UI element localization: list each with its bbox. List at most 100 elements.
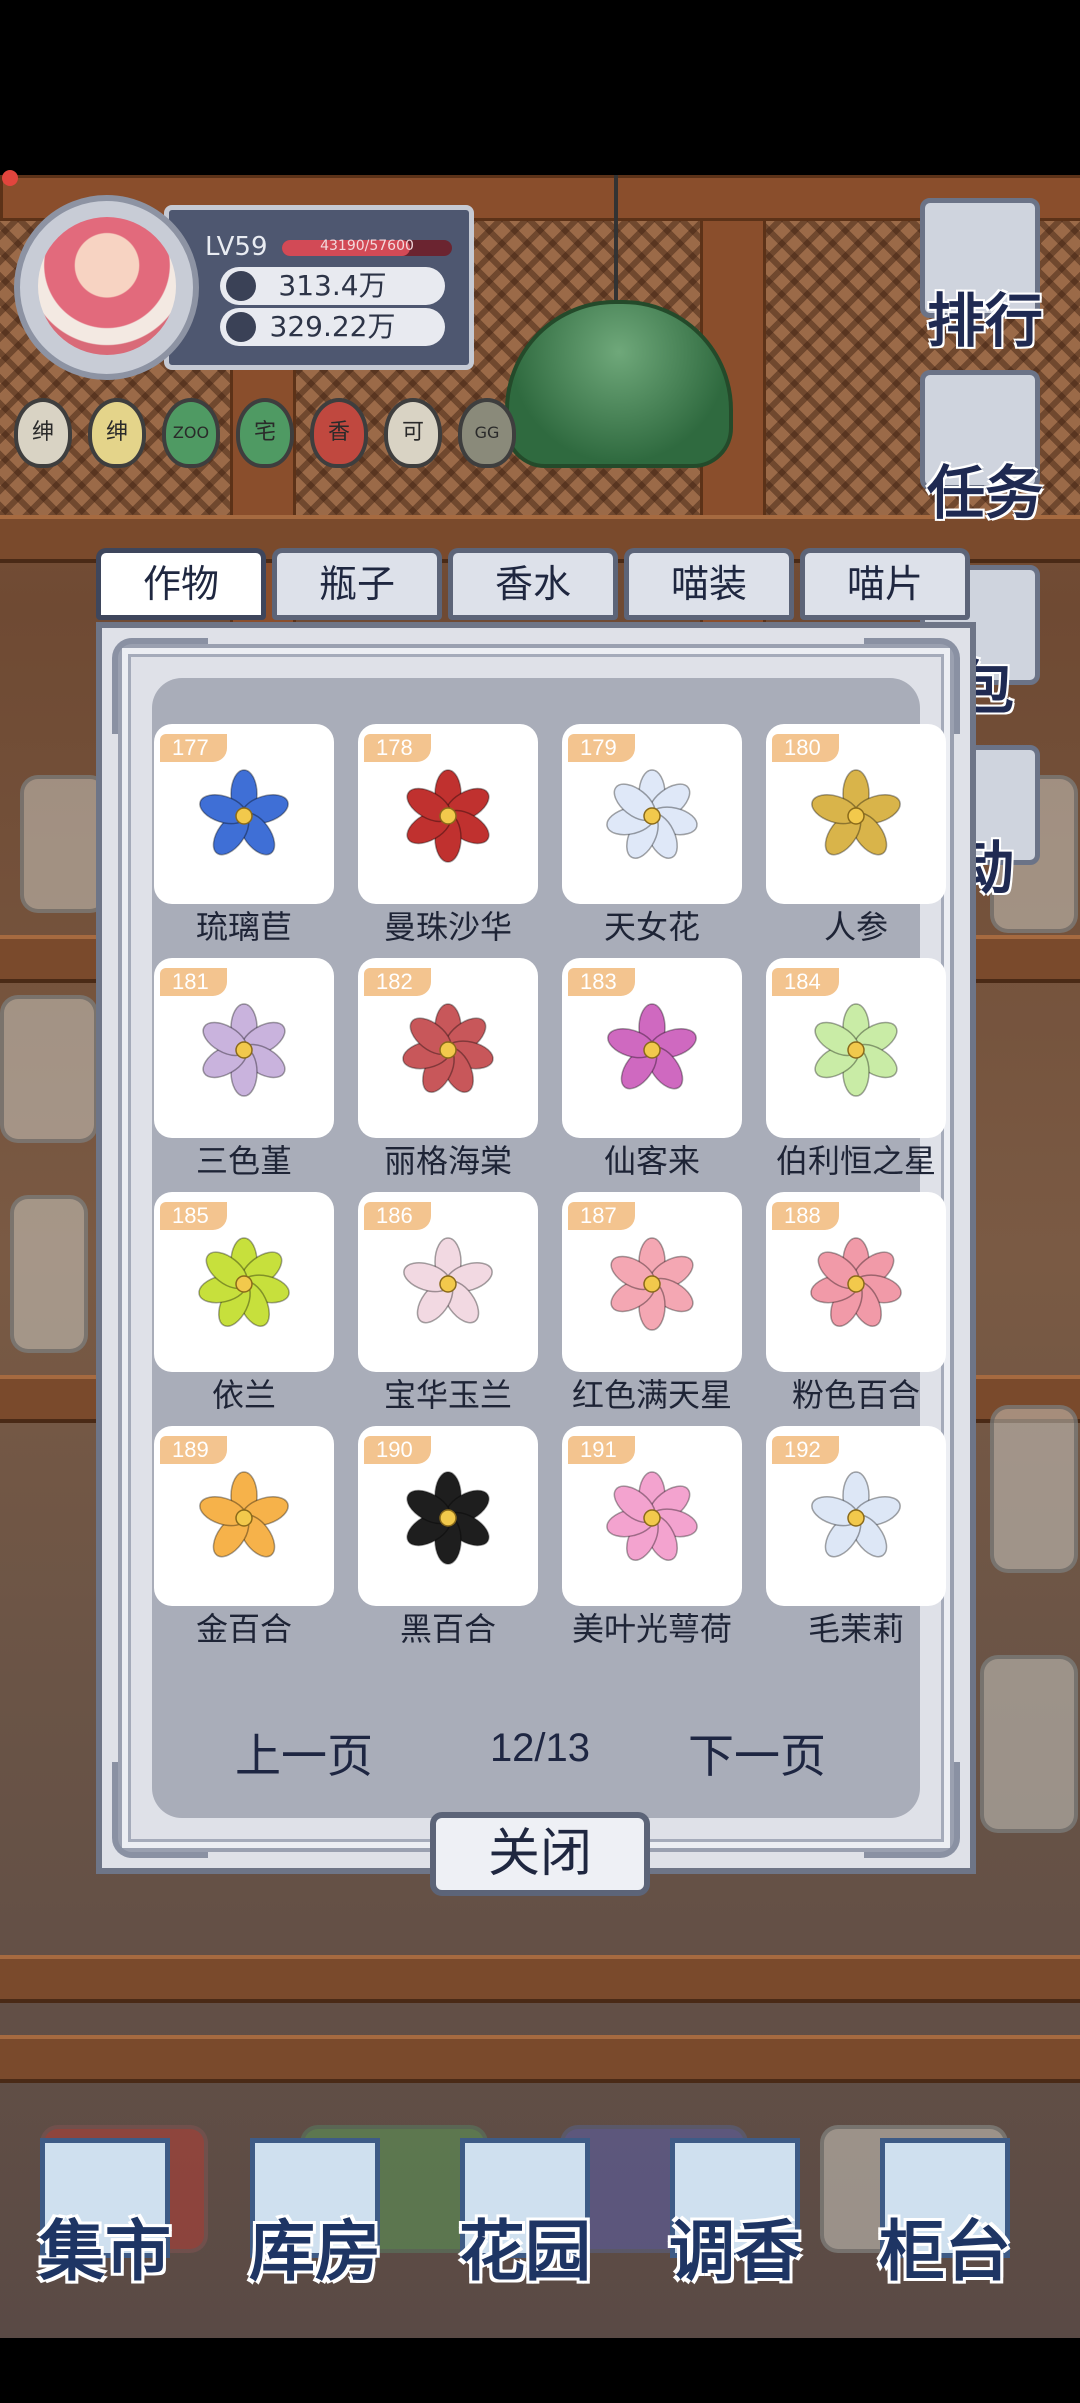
avatar[interactable] <box>38 217 176 355</box>
flower-icon <box>806 1000 906 1100</box>
leaf-icon <box>226 312 256 342</box>
item-image-frame[interactable]: 188 <box>766 1192 946 1372</box>
rank-label: 排行 <box>926 287 1043 355</box>
player-level: LV59 <box>205 232 268 262</box>
lamp-cord <box>614 175 618 315</box>
next-page-button[interactable]: 下一页 <box>688 1720 826 1786</box>
nav-3[interactable]: 调香 <box>650 2138 820 2308</box>
item-name: 三色堇 <box>195 1142 292 1180</box>
flower-icon <box>398 1468 498 1568</box>
title-badge[interactable]: 可 <box>384 398 442 468</box>
item-image-frame[interactable]: 187 <box>562 1192 742 1372</box>
nav-bar-area <box>0 2338 1080 2403</box>
item-name: 黑百合 <box>399 1610 496 1648</box>
tab-0[interactable]: 作物 <box>96 548 266 620</box>
item-image-frame[interactable]: 184 <box>766 958 946 1138</box>
nav-4[interactable]: 柜台 <box>860 2138 1030 2308</box>
title-badge[interactable]: 绅 <box>14 398 72 468</box>
flower-icon <box>194 1234 294 1334</box>
item-number: 189 <box>160 1436 227 1464</box>
item-image-frame[interactable]: 189 <box>154 1426 334 1606</box>
item-image-frame[interactable]: 181 <box>154 958 334 1138</box>
item-card[interactable]: 190 黑百合 <box>354 1420 542 1652</box>
flower-icon <box>602 1000 702 1100</box>
item-number: 186 <box>364 1202 431 1230</box>
item-number: 177 <box>160 734 227 762</box>
task-label: 任务 <box>926 459 1043 527</box>
item-card[interactable]: 192 毛茉莉 <box>762 1420 950 1652</box>
nav-1[interactable]: 库房 <box>230 2138 400 2308</box>
notification-dot <box>2 170 18 186</box>
item-card[interactable]: 180 人参 <box>762 718 950 950</box>
item-name: 天女花 <box>603 908 700 946</box>
heart-icon <box>226 271 256 301</box>
item-name: 依兰 <box>211 1376 276 1414</box>
flower-icon <box>602 1468 702 1568</box>
item-image-frame[interactable]: 177 <box>154 724 334 904</box>
tab-4[interactable]: 喵片 <box>800 548 970 620</box>
item-name: 金百合 <box>195 1610 292 1648</box>
task-button[interactable]: 任务 <box>910 360 1060 530</box>
close-button[interactable]: 关闭 <box>430 1812 650 1896</box>
stat-leaves-value: 329.22万 <box>269 310 396 343</box>
flower-icon <box>194 1468 294 1568</box>
page-indicator: 12/13 <box>489 1726 591 1770</box>
item-image-frame[interactable]: 180 <box>766 724 946 904</box>
item-image-frame[interactable]: 191 <box>562 1426 742 1606</box>
rank-button[interactable]: 排行 <box>910 188 1060 358</box>
item-name: 琉璃苣 <box>195 908 292 946</box>
item-card[interactable]: 191 美叶光萼荷 <box>558 1420 746 1652</box>
tab-2[interactable]: 香水 <box>448 548 618 620</box>
item-card[interactable]: 188 粉色百合 <box>762 1186 950 1418</box>
item-image-frame[interactable]: 190 <box>358 1426 538 1606</box>
item-number: 183 <box>568 968 635 996</box>
title-badge[interactable]: GG <box>458 398 516 468</box>
prev-page-button[interactable]: 上一页 <box>235 1720 373 1786</box>
item-card[interactable]: 185 依兰 <box>150 1186 338 1418</box>
item-card[interactable]: 189 金百合 <box>150 1420 338 1652</box>
jar <box>0 995 98 1143</box>
item-name: 宝华玉兰 <box>383 1376 512 1414</box>
item-card[interactable]: 177 琉璃苣 <box>150 718 338 950</box>
title-badge[interactable]: 香 <box>310 398 368 468</box>
flower-icon <box>194 766 294 866</box>
item-image-frame[interactable]: 192 <box>766 1426 946 1606</box>
item-card[interactable]: 183 仙客来 <box>558 952 746 1184</box>
item-image-frame[interactable]: 179 <box>562 724 742 904</box>
item-number: 178 <box>364 734 431 762</box>
flower-icon <box>398 1234 498 1334</box>
title-badge[interactable]: 绅 <box>88 398 146 468</box>
jar <box>980 1655 1078 1833</box>
flower-icon <box>602 766 702 866</box>
item-name: 人参 <box>823 908 888 946</box>
item-card[interactable]: 187 红色满天星 <box>558 1186 746 1418</box>
category-tabs: 作物 瓶子 香水 喵装 喵片 <box>96 548 976 626</box>
tab-1[interactable]: 瓶子 <box>272 548 442 620</box>
stat-hearts: 313.4万 <box>220 267 445 305</box>
item-card[interactable]: 179 天女花 <box>558 718 746 950</box>
title-badge[interactable]: 宅 <box>236 398 294 468</box>
nav-label: 花园 <box>459 2212 591 2290</box>
item-card[interactable]: 182 丽格海棠 <box>354 952 542 1184</box>
tab-3[interactable]: 喵装 <box>624 548 794 620</box>
item-image-frame[interactable]: 182 <box>358 958 538 1138</box>
item-name: 粉色百合 <box>791 1376 920 1414</box>
item-card[interactable]: 181 三色堇 <box>150 952 338 1184</box>
item-image-frame[interactable]: 186 <box>358 1192 538 1372</box>
item-image-frame[interactable]: 185 <box>154 1192 334 1372</box>
nav-label: 集市 <box>39 2212 171 2290</box>
jar <box>20 775 108 913</box>
xp-bar: 43190/57600 <box>282 238 452 256</box>
status-bar <box>0 0 1080 175</box>
item-card[interactable]: 178 曼珠沙华 <box>354 718 542 950</box>
jar <box>990 1405 1078 1573</box>
item-image-frame[interactable]: 183 <box>562 958 742 1138</box>
nav-label: 库房 <box>249 2212 381 2290</box>
nav-0[interactable]: 集市 <box>20 2138 190 2308</box>
title-badge[interactable]: ZOO <box>162 398 220 468</box>
nav-2[interactable]: 花园 <box>440 2138 610 2308</box>
item-image-frame[interactable]: 178 <box>358 724 538 904</box>
item-card[interactable]: 184 伯利恒之星 <box>762 952 950 1184</box>
item-number: 188 <box>772 1202 839 1230</box>
item-card[interactable]: 186 宝华玉兰 <box>354 1186 542 1418</box>
